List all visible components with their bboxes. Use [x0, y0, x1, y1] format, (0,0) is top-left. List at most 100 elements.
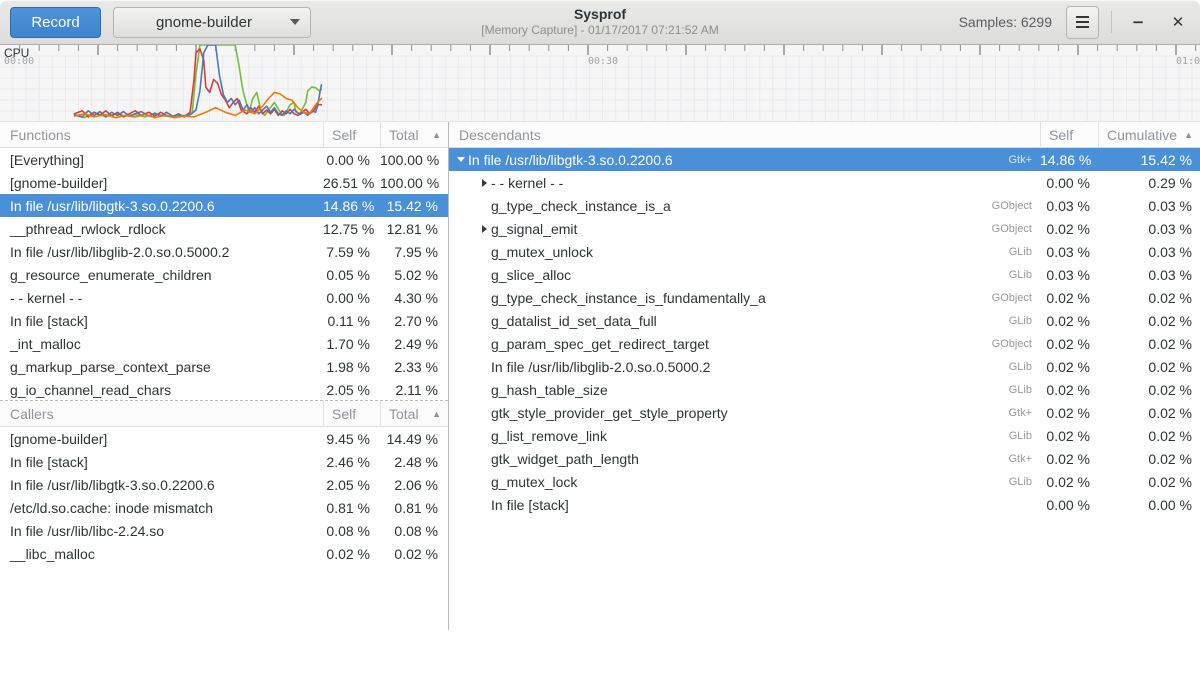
cumulative-percent: 0.03 %: [1098, 221, 1200, 237]
table-row[interactable]: g_mutex_lock GLib 0.02 % 0.02 %: [449, 470, 1200, 493]
self-percent: 0.00 %: [1040, 175, 1098, 191]
function-name: gtk_widget_path_length: [491, 451, 639, 467]
table-row[interactable]: In file /usr/lib/libgtk-3.so.0.2200.6 14…: [0, 194, 448, 217]
process-selector-dropdown[interactable]: gnome-builder: [113, 7, 311, 38]
expander-icon[interactable]: [477, 179, 491, 187]
total-percent: 2.48 %: [380, 454, 448, 470]
table-row[interactable]: gtk_widget_path_length Gtk+ 0.02 % 0.02 …: [449, 447, 1200, 470]
library-tag: Gtk+: [1008, 453, 1040, 465]
total-percent: 14.49 %: [380, 431, 448, 447]
table-row[interactable]: In file /usr/lib/libglib-2.0.so.0.5000.2…: [449, 355, 1200, 378]
table-row[interactable]: In file /usr/lib/libc-2.24.so 0.08 % 0.0…: [0, 519, 448, 542]
table-row[interactable]: /etc/ld.so.cache: inode mismatch 0.81 % …: [0, 496, 448, 519]
table-row[interactable]: [Everything] 0.00 % 100.00 %: [0, 148, 448, 171]
expander-icon[interactable]: [477, 225, 491, 233]
sort-ascending-icon: ▲: [432, 401, 441, 427]
function-name: g_resource_enumerate_children: [0, 267, 323, 283]
descendants-column-header[interactable]: Descendants: [449, 127, 1040, 143]
callers-column-header[interactable]: Callers: [0, 406, 323, 422]
self-percent: 0.11 %: [323, 313, 380, 329]
table-row[interactable]: [gnome-builder] 26.51 % 100.00 %: [0, 171, 448, 194]
cumulative-percent: 0.02 %: [1098, 474, 1200, 490]
total-percent: 2.49 %: [380, 336, 448, 352]
self-percent: 1.98 %: [323, 359, 380, 375]
sysprof-window: Record gnome-builder Sysprof [Memory Cap…: [0, 0, 1200, 675]
table-row[interactable]: g_hash_table_size GLib 0.02 % 0.02 %: [449, 378, 1200, 401]
table-row[interactable]: __libc_malloc 0.02 % 0.02 %: [0, 542, 448, 565]
close-button[interactable]: ✕: [1164, 8, 1192, 36]
table-row[interactable]: - - kernel - - 0.00 % 0.29 %: [449, 171, 1200, 194]
menu-button[interactable]: [1066, 6, 1099, 39]
total-percent: 2.70 %: [380, 313, 448, 329]
table-row[interactable]: - - kernel - - 0.00 % 4.30 %: [0, 286, 448, 309]
cumulative-percent: 0.00 %: [1098, 497, 1200, 513]
self-percent: 12.75 %: [323, 221, 380, 237]
table-row[interactable]: gtk_style_provider_get_style_property Gt…: [449, 401, 1200, 424]
table-row[interactable]: In file [stack] 0.00 % 0.00 %: [449, 493, 1200, 516]
table-row[interactable]: g_type_check_instance_is_fundamentally_a…: [449, 286, 1200, 309]
functions-column-header[interactable]: Functions: [0, 127, 323, 143]
table-row[interactable]: In file /usr/lib/libgtk-3.so.0.2200.6 2.…: [0, 473, 448, 496]
self-column-header[interactable]: Self: [1040, 122, 1098, 148]
function-name: g_signal_emit: [491, 221, 577, 237]
total-column-header[interactable]: Total ▲: [380, 401, 448, 427]
function-name: [gnome-builder]: [0, 175, 323, 191]
time-tick-end: 01:00: [1176, 56, 1200, 67]
total-percent: 2.33 %: [380, 359, 448, 375]
table-row[interactable]: In file /usr/lib/libglib-2.0.so.0.5000.2…: [0, 240, 448, 263]
function-name: g_list_remove_link: [491, 428, 607, 444]
total-column-header[interactable]: Total ▲: [380, 122, 448, 148]
function-name: In file /usr/lib/libglib-2.0.so.0.5000.2: [0, 244, 323, 260]
table-row[interactable]: g_signal_emit GObject 0.02 % 0.03 %: [449, 217, 1200, 240]
table-row[interactable]: _int_malloc 1.70 % 2.49 %: [0, 332, 448, 355]
total-percent: 0.81 %: [380, 500, 448, 516]
descendants-table: Descendants Self Cumulative ▲ In file /u…: [449, 122, 1200, 516]
library-tag: GLib: [1009, 476, 1040, 488]
cumulative-percent: 0.02 %: [1098, 336, 1200, 352]
self-percent: 9.45 %: [323, 431, 380, 447]
record-button[interactable]: Record: [10, 7, 101, 38]
function-name: In file /usr/lib/libgtk-3.so.0.2200.6: [468, 152, 673, 168]
table-row[interactable]: g_slice_alloc GLib 0.03 % 0.03 %: [449, 263, 1200, 286]
cumulative-column-header[interactable]: Cumulative ▲: [1098, 122, 1200, 148]
library-tag: GObject: [992, 292, 1040, 304]
self-percent: 0.02 %: [1040, 290, 1098, 306]
self-percent: 0.03 %: [1040, 244, 1098, 260]
function-name: g_slice_alloc: [491, 267, 571, 283]
table-row[interactable]: In file [stack] 0.11 % 2.70 %: [0, 309, 448, 332]
self-column-header[interactable]: Self: [323, 122, 380, 148]
table-row[interactable]: g_mutex_unlock GLib 0.03 % 0.03 %: [449, 240, 1200, 263]
table-row[interactable]: g_resource_enumerate_children 0.05 % 5.0…: [0, 263, 448, 286]
function-name: In file [stack]: [491, 497, 569, 513]
table-row[interactable]: g_datalist_id_set_data_full GLib 0.02 % …: [449, 309, 1200, 332]
left-pane: Functions Self Total ▲ [Everything] 0.00…: [0, 122, 449, 630]
total-percent: 0.08 %: [380, 523, 448, 539]
total-percent: 5.02 %: [380, 267, 448, 283]
table-row[interactable]: [gnome-builder] 9.45 % 14.49 %: [0, 427, 448, 450]
self-column-header[interactable]: Self: [323, 401, 380, 427]
table-row[interactable]: __pthread_rwlock_rdlock 12.75 % 12.81 %: [0, 217, 448, 240]
cumulative-percent: 0.02 %: [1098, 382, 1200, 398]
table-row[interactable]: g_io_channel_read_chars 2.05 % 2.11 %: [0, 378, 448, 400]
function-name: g_hash_table_size: [491, 382, 608, 398]
library-tag: GLib: [1009, 384, 1040, 396]
table-row[interactable]: g_list_remove_link GLib 0.02 % 0.02 %: [449, 424, 1200, 447]
self-percent: 0.00 %: [1040, 497, 1098, 513]
library-tag: GLib: [1009, 430, 1040, 442]
total-percent: 15.42 %: [380, 198, 448, 214]
hamburger-icon: [1076, 16, 1089, 18]
table-row[interactable]: g_param_spec_get_redirect_target GObject…: [449, 332, 1200, 355]
cpu-graph[interactable]: CPU 00:00 00:30 01:00: [0, 45, 1200, 122]
cumulative-percent: 0.02 %: [1098, 313, 1200, 329]
table-row[interactable]: g_type_check_instance_is_a GObject 0.03 …: [449, 194, 1200, 217]
function-name: g_type_check_instance_is_fundamentally_a: [491, 290, 766, 306]
table-row[interactable]: In file /usr/lib/libgtk-3.so.0.2200.6 Gt…: [449, 148, 1200, 171]
minimize-button[interactable]: −: [1124, 8, 1152, 36]
table-row[interactable]: In file [stack] 2.46 % 2.48 %: [0, 450, 448, 473]
header-separator: [1111, 11, 1112, 33]
function-name: g_type_check_instance_is_a: [491, 198, 671, 214]
library-tag: GObject: [992, 338, 1040, 350]
table-row[interactable]: g_markup_parse_context_parse 1.98 % 2.33…: [0, 355, 448, 378]
self-percent: 0.02 %: [323, 546, 380, 562]
expander-icon[interactable]: [454, 157, 468, 162]
